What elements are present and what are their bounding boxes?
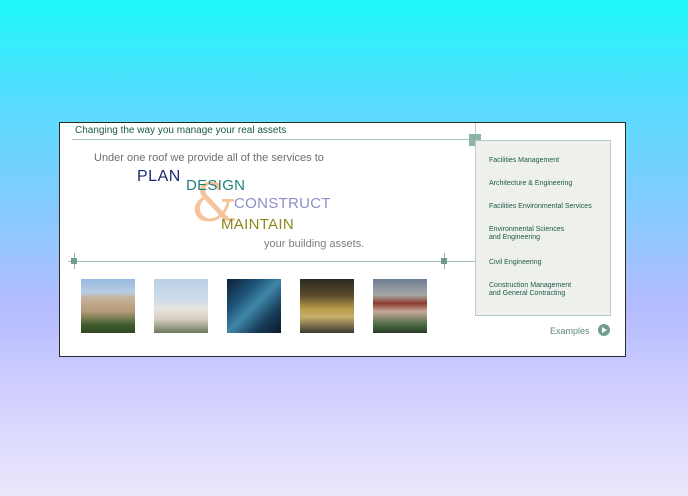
menu-item-construction-management[interactable]: Construction Management and General Cont… xyxy=(489,282,609,298)
decorative-square xyxy=(441,258,447,264)
building-photo-2[interactable] xyxy=(154,279,208,333)
divider-line xyxy=(68,261,476,262)
outro-text: your building assets. xyxy=(264,238,365,250)
storefront-photo[interactable] xyxy=(373,279,427,333)
examples-label: Examples xyxy=(550,326,590,336)
caution-photo[interactable] xyxy=(300,279,354,333)
menu-item-facilities-management[interactable]: Facilities Management xyxy=(489,157,609,165)
water-photo[interactable] xyxy=(227,279,281,333)
word-design: DESIGN xyxy=(186,177,246,194)
menu-item-architecture-engineering[interactable]: Architecture & Engineering xyxy=(489,180,609,188)
menu-item-environmental-sciences[interactable]: Environmental Sciences and Engineering xyxy=(489,226,609,242)
services-panel: Changing the way you manage your real as… xyxy=(59,122,626,357)
menu-item-civil-engineering[interactable]: Civil Engineering xyxy=(489,259,609,267)
menu-item-facilities-environmental[interactable]: Facilities Environmental Services xyxy=(489,203,609,211)
examples-link[interactable]: Examples xyxy=(550,323,620,339)
play-circle-icon xyxy=(598,324,610,336)
word-maintain: MAINTAIN xyxy=(221,216,294,233)
tagline: Changing the way you manage your real as… xyxy=(75,125,287,136)
word-plan: PLAN xyxy=(137,168,181,185)
services-menu: Facilities Management Architecture & Eng… xyxy=(475,140,611,316)
intro-text: Under one roof we provide all of the ser… xyxy=(94,152,324,164)
building-photo-1[interactable] xyxy=(81,279,135,333)
decorative-square xyxy=(71,258,77,264)
divider-line xyxy=(72,139,476,140)
word-construct: CONSTRUCT xyxy=(234,195,331,212)
